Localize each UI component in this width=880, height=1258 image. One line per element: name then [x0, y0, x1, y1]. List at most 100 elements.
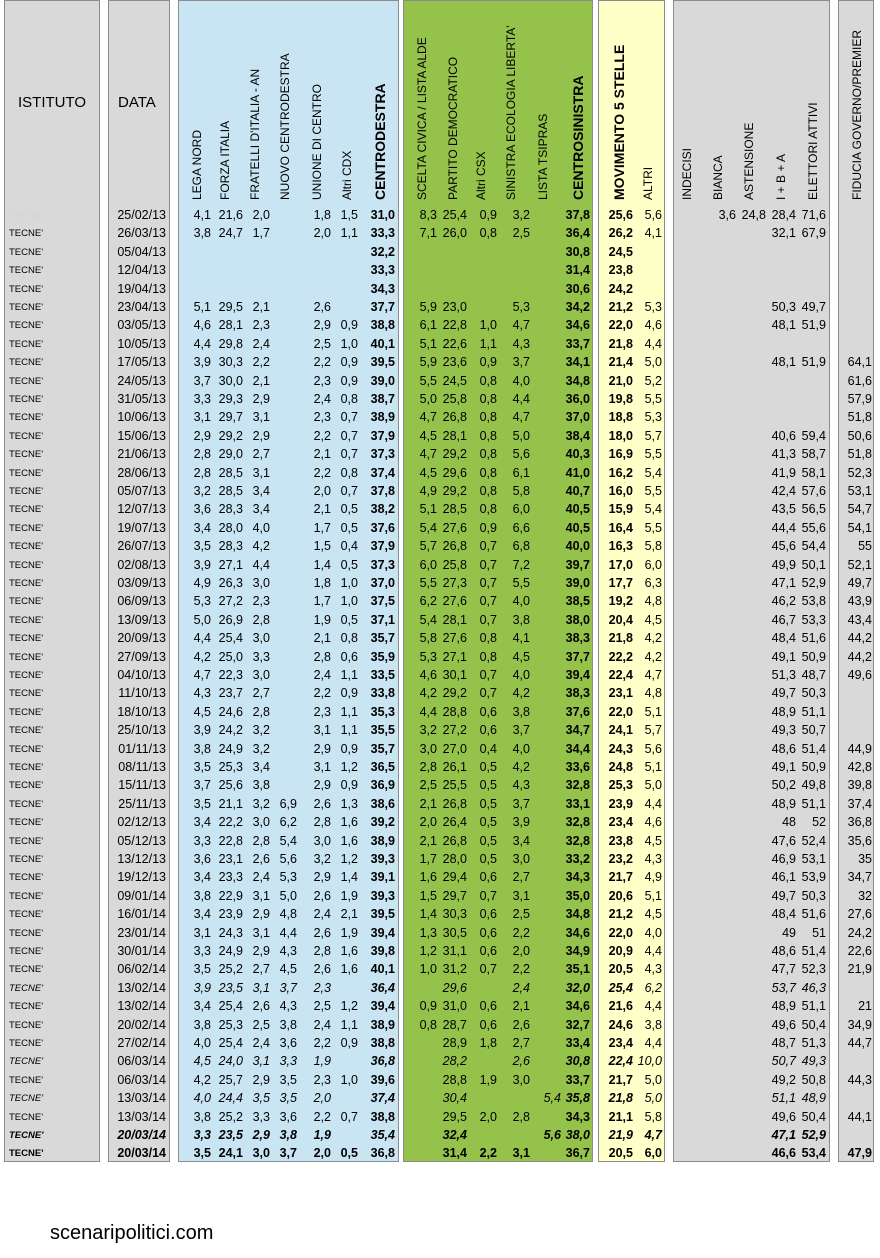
value-cell-col6: 1,9 — [313, 1128, 331, 1142]
value-cell-col14: 38,3 — [565, 631, 590, 646]
date-cell: 20/02/14 — [117, 1017, 166, 1032]
value-cell-col7: 0,9 — [340, 686, 358, 701]
value-cell-col22: 34,9 — [847, 1017, 872, 1032]
value-cell-col8: 39,4 — [370, 925, 395, 940]
value-cell-col21: 51,4 — [801, 741, 826, 756]
value-cell-col12: 2,5 — [512, 226, 530, 241]
date-cell: 20/03/14 — [117, 1128, 166, 1142]
value-cell-col4: 3,0 — [252, 668, 270, 682]
value-cell-col14: 31,4 — [565, 263, 590, 278]
value-cell-col14: 36,4 — [565, 226, 590, 241]
institute-cell: TECNE' — [9, 1074, 44, 1086]
value-cell-col8: 37,1 — [370, 612, 395, 627]
value-cell-col21: 59,4 — [801, 428, 826, 443]
value-cell-col12: 3,8 — [512, 612, 530, 627]
value-cell-col16: 4,3 — [644, 962, 662, 977]
value-cell-col14: 34,9 — [565, 944, 590, 958]
institute-cell: TECNE' — [9, 394, 44, 405]
value-cell-col8: 39,0 — [370, 373, 395, 388]
value-cell-col7: 0,4 — [340, 539, 358, 554]
value-cell-col16: 4,5 — [644, 833, 662, 848]
value-cell-col7: 0,9 — [340, 318, 358, 333]
value-cell-col14: 32,7 — [565, 1017, 590, 1032]
value-cell-col6: 1,9 — [313, 1054, 331, 1069]
value-cell-col22: 36,8 — [847, 815, 872, 830]
value-cell-col21: 52 — [812, 815, 826, 830]
value-cell-col14: 30,8 — [565, 1054, 590, 1069]
value-cell-col16: 4,5 — [644, 907, 662, 922]
value-cell-col16: 4,8 — [644, 686, 662, 701]
value-cell-col7: 0,9 — [340, 1036, 358, 1050]
value-cell-col8: 38,2 — [370, 502, 395, 517]
value-cell-col8: 35,4 — [370, 1128, 395, 1142]
poll-table: ISTITUTO DATA LEGA NORD FORZA ITALIA FRATELL… — [0, 0, 880, 1258]
value-cell-col21: 67,9 — [801, 226, 826, 241]
value-cell-col14: 37,0 — [565, 410, 590, 425]
value-cell-col12: 3,7 — [512, 723, 530, 738]
value-cell-col12: 3,7 — [512, 796, 530, 811]
value-cell-col16: 5,0 — [644, 355, 662, 370]
value-cell-col7: 0,5 — [340, 612, 358, 627]
value-cell-col12: 2,2 — [512, 962, 530, 977]
value-cell-col16: 5,4 — [644, 465, 662, 480]
value-cell-col21: 51,3 — [801, 1036, 826, 1050]
value-cell-col4: 2,2 — [252, 355, 270, 370]
date-cell: 13/03/14 — [117, 1109, 166, 1124]
value-cell-col21: 71,6 — [801, 208, 826, 222]
value-cell-col16: 4,3 — [644, 852, 662, 866]
value-cell-col8: 33,5 — [370, 668, 395, 682]
value-cell-col16: 5,0 — [644, 1091, 662, 1106]
value-cell-col8: 40,1 — [370, 336, 395, 351]
value-cell-col21: 50,4 — [801, 1017, 826, 1032]
date-cell: 17/05/13 — [117, 355, 166, 370]
value-cell-col22: 24,2 — [847, 925, 872, 940]
value-cell-col12: 5,0 — [512, 428, 530, 443]
value-cell-col22: 43,4 — [847, 612, 872, 627]
value-cell-col7: 1,0 — [340, 336, 358, 351]
value-cell-col21: 51,1 — [801, 999, 826, 1014]
value-cell-col22: 54,1 — [847, 520, 872, 535]
value-cell-col14: 34,3 — [565, 1109, 590, 1124]
value-cell-col7: 1,9 — [340, 888, 358, 903]
column-header-11: Altri CSX — [474, 151, 488, 200]
value-cell-col8: 37,9 — [370, 539, 395, 554]
value-cell-col14: 34,2 — [565, 300, 590, 314]
value-cell-col4: 2,9 — [252, 428, 270, 443]
value-cell-col22: 39,8 — [847, 778, 872, 793]
site-footer: scenaripolitici.com — [50, 1222, 214, 1244]
value-cell-col12: 4,7 — [512, 318, 530, 333]
value-cell-col4: 3,1 — [252, 410, 270, 425]
value-cell-col22: 35,6 — [847, 833, 872, 848]
value-cell-col16: 4,4 — [644, 944, 662, 958]
date-cell: 16/01/14 — [117, 907, 166, 922]
value-cell-col14: 40,3 — [565, 447, 590, 462]
value-cell-col21: 58,1 — [801, 465, 826, 480]
institute-cell: TECNE' — [9, 541, 44, 553]
value-cell-col14: 34,6 — [565, 318, 590, 333]
value-cell-col7: 1,1 — [340, 723, 358, 738]
date-cell: 20/03/14 — [117, 1146, 166, 1161]
value-cell-col16: 4,0 — [644, 925, 662, 940]
value-cell-col4: 2,8 — [252, 612, 270, 627]
institute-cell: TECNE' — [9, 578, 44, 589]
value-cell-col14: 34,3 — [565, 870, 590, 885]
value-cell-col7: 1,3 — [340, 796, 358, 811]
value-cell-col14: 30,6 — [565, 281, 590, 296]
date-cell: 09/01/14 — [117, 888, 166, 903]
value-cell-col16: 5,5 — [644, 520, 662, 535]
institute-cell: TECNE' — [9, 614, 44, 626]
column-header-21: ELETTORI ATTIVI — [806, 102, 820, 200]
value-cell-col12: 2,2 — [512, 925, 530, 940]
value-cell-col12: 4,0 — [512, 373, 530, 388]
value-cell-col4: 2,1 — [252, 300, 270, 314]
value-cell-col14: 34,8 — [565, 907, 590, 922]
institute-cell: TECNE' — [9, 927, 44, 939]
institute-cell: TECNE' — [9, 688, 44, 700]
value-cell-col22: 44,1 — [847, 1109, 872, 1124]
date-cell: 10/05/13 — [117, 336, 166, 351]
value-cell-col22: 49,7 — [847, 576, 872, 590]
date-cell: 05/12/13 — [117, 833, 166, 848]
value-cell-col8: 34,3 — [370, 281, 395, 296]
value-cell-col22: 57,9 — [847, 392, 872, 406]
value-cell-col7: 0,5 — [340, 1146, 358, 1161]
